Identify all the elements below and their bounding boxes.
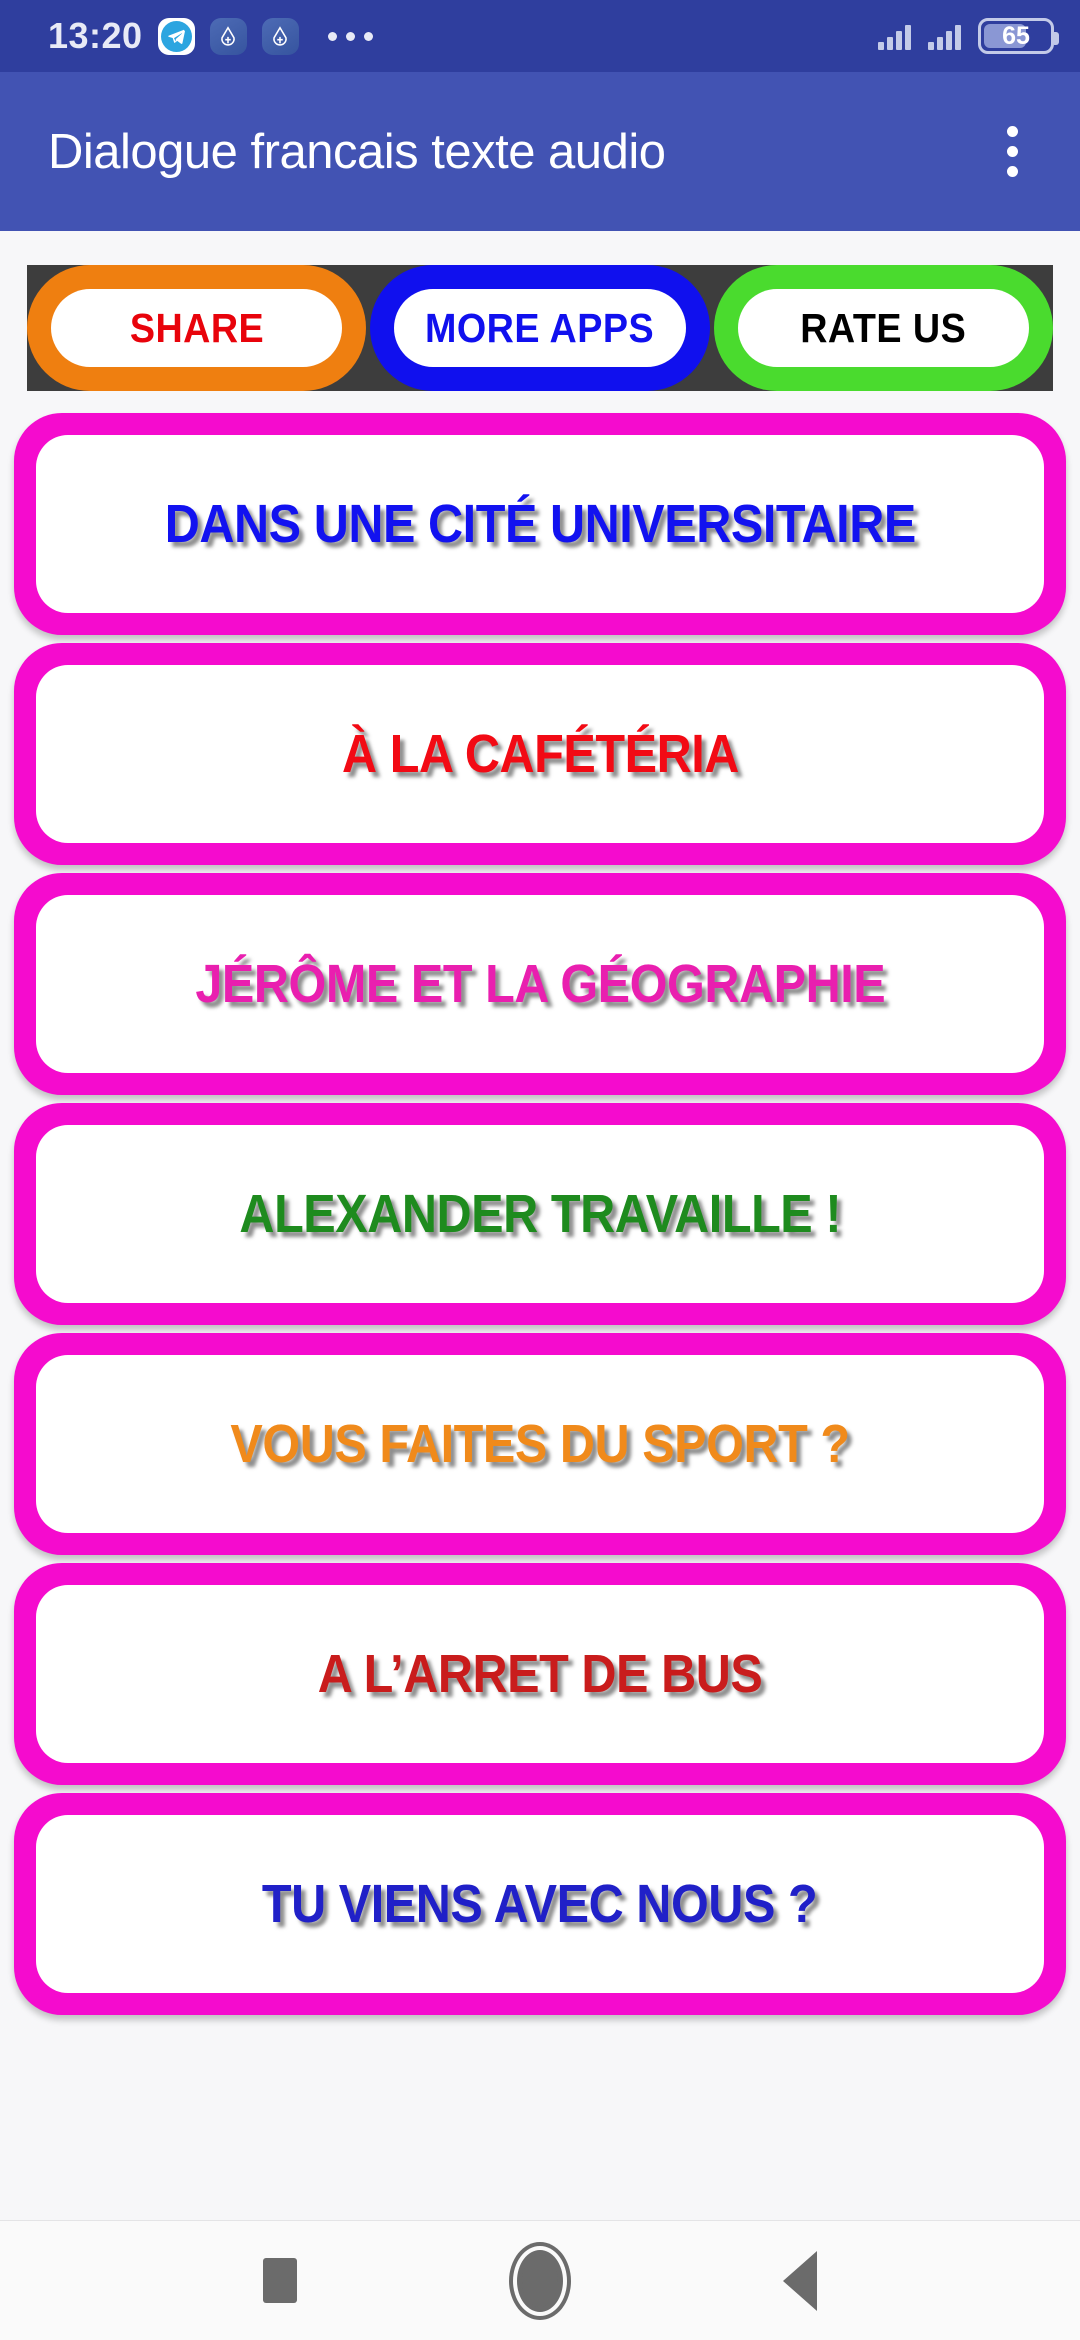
battery-icon: 65 <box>978 18 1059 54</box>
system-navigation-bar <box>0 2220 1080 2340</box>
square-icon <box>263 2258 297 2303</box>
list-item[interactable]: DANS UNE CITÉ UNIVERSITAIRE <box>14 413 1066 635</box>
list-item[interactable]: A L’ARRET DE BUS <box>14 1563 1066 1785</box>
list-item[interactable]: ALEXANDER TRAVAILLE ! <box>14 1103 1066 1325</box>
circle-icon <box>517 2249 563 2312</box>
telegram-icon <box>157 17 195 55</box>
more-apps-button-label: MORE APPS <box>425 304 655 351</box>
promo-button-bar: SHARE MORE APPS RATE US <box>27 265 1053 391</box>
more-apps-button[interactable]: MORE APPS <box>370 265 710 391</box>
recents-button[interactable] <box>150 2258 410 2303</box>
signal-icon-sim2 <box>928 22 961 50</box>
list-item-label: VOUS FAITES DU SPORT ? <box>230 1414 850 1474</box>
list-item[interactable]: À LA CAFÉTÉRIA <box>14 643 1066 865</box>
overflow-menu-icon[interactable] <box>985 108 1040 195</box>
more-notifications-icon <box>327 31 373 41</box>
status-clock: 13:20 <box>48 15 143 56</box>
page-title: Dialogue francais texte audio <box>48 124 666 179</box>
back-button[interactable] <box>670 2250 930 2311</box>
share-button-label: SHARE <box>129 304 264 351</box>
list-item-label: DANS UNE CITÉ UNIVERSITAIRE <box>164 494 916 554</box>
list-item[interactable]: TU VIENS AVEC NOUS ? <box>14 1793 1066 2015</box>
list-item-label: JÉRÔME ET LA GÉOGRAPHIE <box>195 954 885 1014</box>
app-notification-icon <box>261 17 299 55</box>
share-button[interactable]: SHARE <box>27 265 367 391</box>
signal-icon-sim1 <box>878 22 911 50</box>
app-root: 13:20 65 Dialogue francais texte audio S… <box>0 0 1080 2340</box>
list-item-label: TU VIENS AVEC NOUS ? <box>262 1874 818 1934</box>
list-item[interactable]: JÉRÔME ET LA GÉOGRAPHIE <box>14 873 1066 1095</box>
status-bar-left: 13:20 <box>48 15 373 56</box>
rate-us-button[interactable]: RATE US <box>713 265 1053 391</box>
app-bar: Dialogue francais texte audio <box>0 72 1080 231</box>
list-item[interactable]: VOUS FAITES DU SPORT ? <box>14 1333 1066 1555</box>
status-bar-right: 65 <box>878 18 1059 54</box>
list-item-label: ALEXANDER TRAVAILLE ! <box>239 1184 841 1244</box>
status-bar: 13:20 65 <box>0 0 1080 72</box>
battery-level-text: 65 <box>1002 21 1030 50</box>
home-button[interactable] <box>410 2249 670 2312</box>
list-item-label: À LA CAFÉTÉRIA <box>341 724 739 784</box>
rate-us-button-label: RATE US <box>800 304 967 351</box>
list-item-label: A L’ARRET DE BUS <box>317 1644 763 1704</box>
app-notification-icon <box>209 17 247 55</box>
dialogue-list[interactable]: DANS UNE CITÉ UNIVERSITAIRE À LA CAFÉTÉR… <box>0 391 1080 2220</box>
triangle-left-icon <box>783 2250 817 2311</box>
